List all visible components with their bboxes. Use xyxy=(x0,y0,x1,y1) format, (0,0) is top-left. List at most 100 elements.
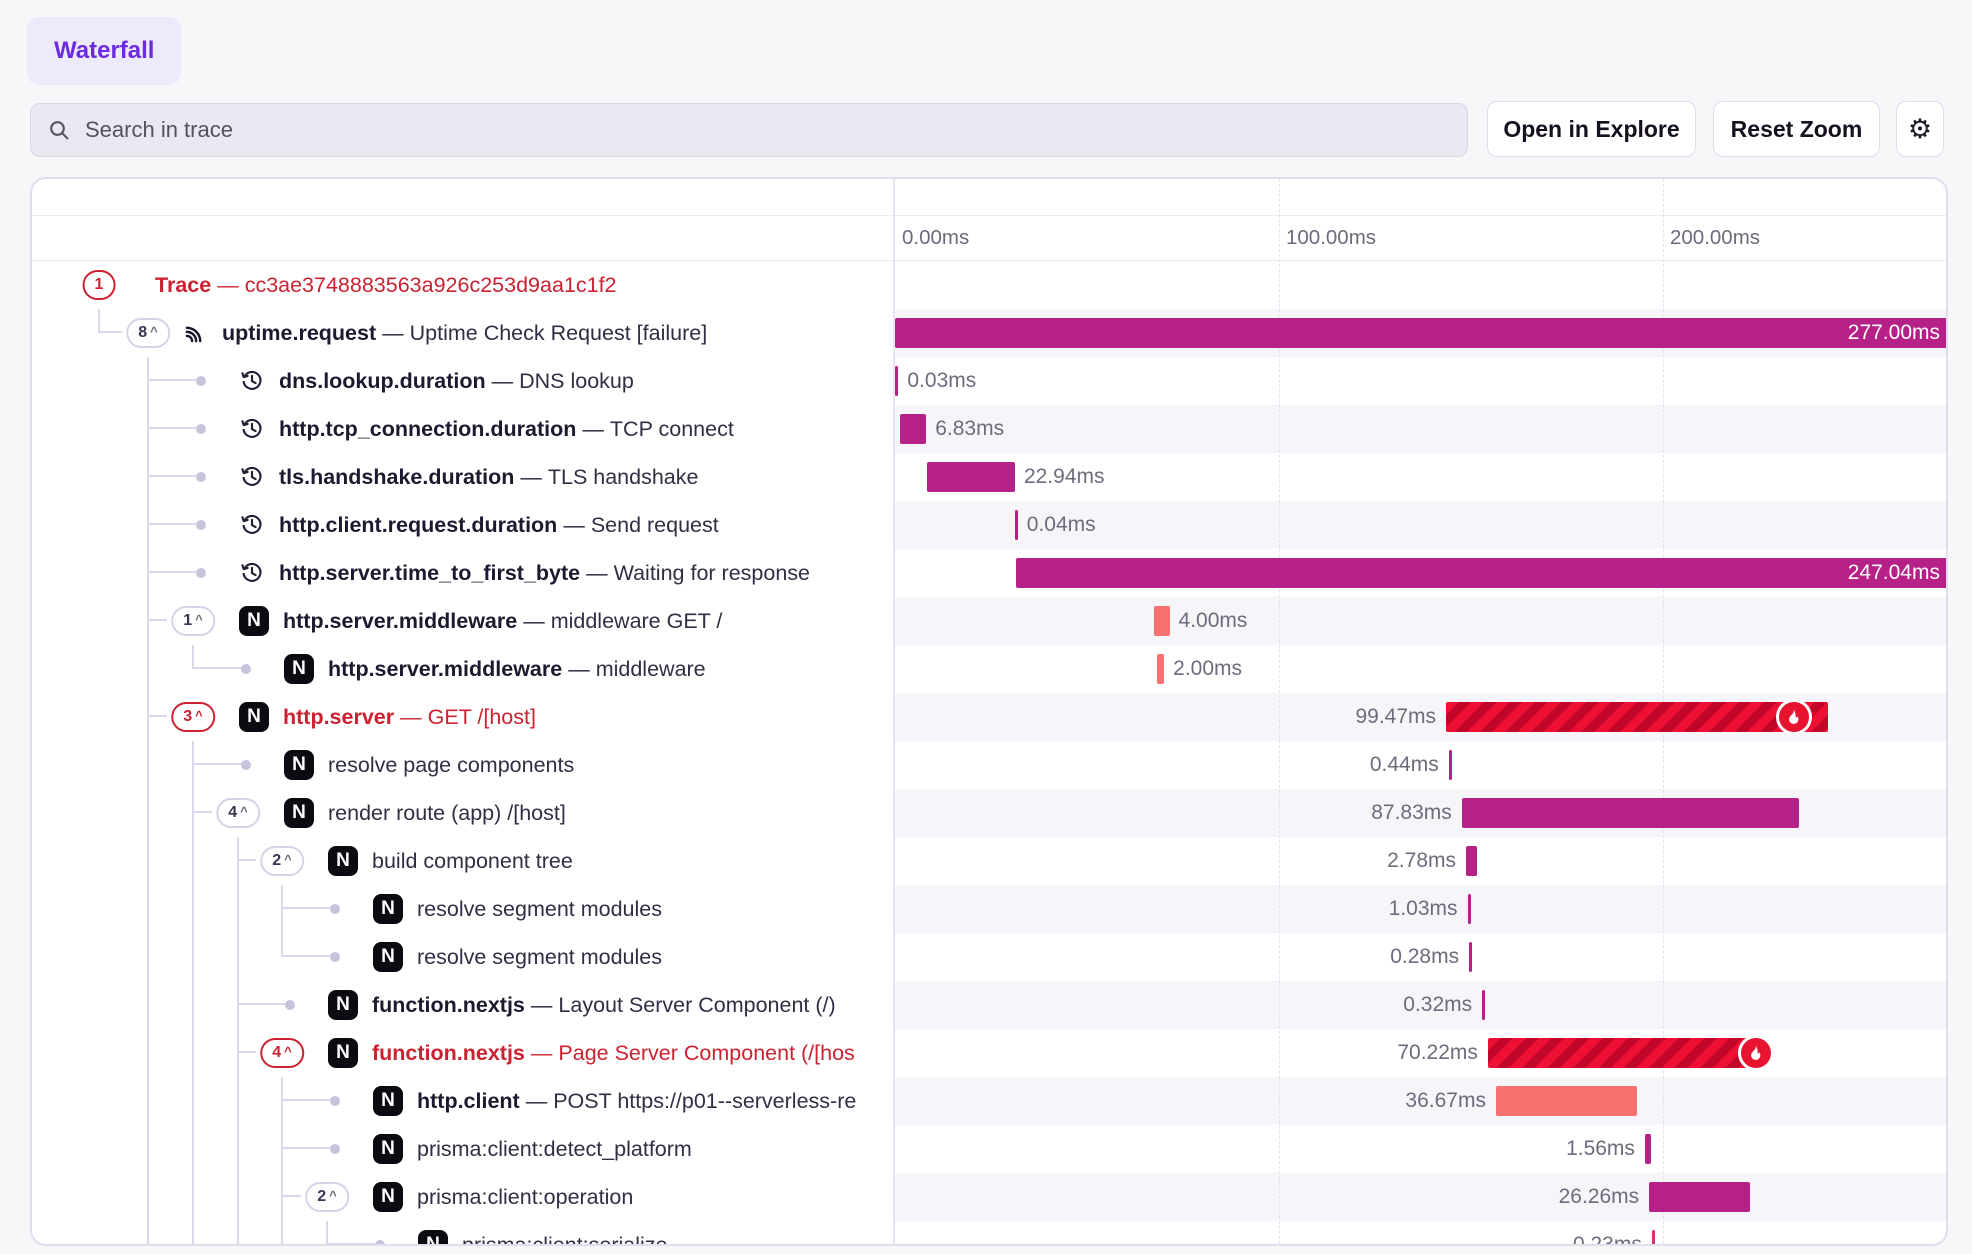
trace-row[interactable]: 4^Nfunction.nextjs—Page Server Component… xyxy=(32,1029,1946,1077)
trace-row[interactable]: Nfunction.nextjs—Layout Server Component… xyxy=(32,981,1946,1029)
span-description: cc3ae3748883563a926c253d9aa1c1f2 xyxy=(245,273,617,297)
tree-elbow-connector xyxy=(282,1195,301,1197)
trace-row[interactable]: 2^Nprisma:client:operation26.26ms xyxy=(32,1173,1946,1221)
span-description: Send request xyxy=(591,513,719,537)
trace-row[interactable]: Nprisma:client:serialize0.23ms xyxy=(32,1221,1946,1246)
trace-row[interactable]: 4^Nrender route (app) /[host]87.83ms xyxy=(32,789,1946,837)
tree-guide-line xyxy=(237,981,239,1029)
trace-row[interactable]: tls.handshake.duration—TLS handshake22.9… xyxy=(32,453,1946,501)
trace-row[interactable]: 3^Nhttp.server—GET /[host]99.47ms xyxy=(32,693,1946,741)
open-in-explore-button[interactable]: Open in Explore xyxy=(1487,101,1696,157)
row-tree-cell: 4^Nfunction.nextjs—Page Server Component… xyxy=(32,1029,895,1077)
span-duration-bar[interactable]: 277.00ms xyxy=(895,318,1948,348)
chevron-up-icon: ^ xyxy=(329,1188,337,1203)
span-duration-bar[interactable] xyxy=(1449,750,1452,780)
expand-collapse-pill[interactable]: 8^ xyxy=(126,318,170,348)
span-duration-bar[interactable] xyxy=(900,414,926,444)
trace-row[interactable]: Nresolve segment modules0.28ms xyxy=(32,933,1946,981)
nextjs-icon: N xyxy=(373,894,403,924)
search-icon xyxy=(47,118,71,142)
span-label: http.client.request.duration—Send reques… xyxy=(279,501,719,549)
span-duration-bar[interactable] xyxy=(1015,510,1018,540)
span-duration-bar[interactable] xyxy=(1466,846,1477,876)
clock-icon xyxy=(239,416,265,447)
span-duration-bar[interactable] xyxy=(1446,702,1828,732)
span-duration-label: 277.00ms xyxy=(1848,318,1940,348)
span-duration-bar[interactable] xyxy=(1649,1182,1750,1212)
tab-waterfall[interactable]: Waterfall xyxy=(27,17,181,85)
span-label: resolve page components xyxy=(328,741,574,789)
axis-tick: 100.00ms xyxy=(1286,216,1376,260)
trace-row[interactable]: 2^Nbuild component tree2.78ms xyxy=(32,837,1946,885)
expand-collapse-pill[interactable]: 1^ xyxy=(171,606,215,636)
span-duration-label: 2.78ms xyxy=(1387,837,1456,885)
separator-dash: — xyxy=(517,609,551,633)
slow-span-fire-icon xyxy=(1738,1035,1774,1071)
tree-connector-dot xyxy=(330,1096,340,1106)
span-duration-bar[interactable] xyxy=(1652,1230,1655,1246)
span-duration-label: 36.67ms xyxy=(1405,1077,1486,1125)
trace-row[interactable]: http.server.time_to_first_byte—Waiting f… xyxy=(32,549,1946,597)
tree-elbow-connector xyxy=(282,955,335,957)
row-tree-cell: Nhttp.server.middleware—middleware xyxy=(32,645,895,693)
span-op: http.tcp_connection.duration xyxy=(279,417,576,441)
separator-dash: — xyxy=(514,465,548,489)
span-duration-bar[interactable] xyxy=(1154,606,1169,636)
span-duration-bar[interactable] xyxy=(895,366,898,396)
row-tree-cell: Nresolve segment modules xyxy=(32,933,895,981)
tree-connector-dot xyxy=(285,1000,295,1010)
clock-icon xyxy=(239,560,265,591)
span-duration-bar[interactable] xyxy=(1469,942,1472,972)
row-waterfall-cell: 0.04ms xyxy=(895,501,1946,549)
span-duration-bar[interactable] xyxy=(927,462,1015,492)
expand-collapse-pill[interactable]: 1 xyxy=(83,270,116,300)
span-label: http.client—POST https://p01--serverless… xyxy=(417,1077,856,1125)
row-tree-cell: Nresolve segment modules xyxy=(32,885,895,933)
row-tree-cell: Nprisma:client:serialize xyxy=(32,1221,895,1246)
expand-collapse-pill[interactable]: 2^ xyxy=(260,846,304,876)
span-duration-bar[interactable]: 247.04ms xyxy=(1016,558,1948,588)
trace-row[interactable]: 8^uptime.request—Uptime Check Request [f… xyxy=(32,309,1946,357)
trace-row[interactable]: http.tcp_connection.duration—TCP connect… xyxy=(32,405,1946,453)
span-duration-label: 1.56ms xyxy=(1566,1125,1635,1173)
trace-row[interactable]: dns.lookup.duration—DNS lookup0.03ms xyxy=(32,357,1946,405)
trace-row[interactable]: Nprisma:client:detect_platform1.56ms xyxy=(32,1125,1946,1173)
tree-connector-dot xyxy=(330,904,340,914)
span-duration-bar[interactable] xyxy=(1468,894,1472,924)
trace-row[interactable]: Nresolve segment modules1.03ms xyxy=(32,885,1946,933)
span-duration-bar[interactable] xyxy=(1462,798,1799,828)
trace-row[interactable]: Nhttp.server.middleware—middleware2.00ms xyxy=(32,645,1946,693)
tree-connector-dot xyxy=(375,1240,385,1246)
span-description: resolve page components xyxy=(328,753,574,777)
tree-elbow-connector xyxy=(148,571,201,573)
tree-guide-line xyxy=(147,549,149,597)
tree-guide-line xyxy=(192,1125,194,1173)
reset-zoom-button[interactable]: Reset Zoom xyxy=(1713,101,1880,157)
trace-row[interactable]: 1^Nhttp.server.middleware—middleware GET… xyxy=(32,597,1946,645)
tree-guide-line xyxy=(147,1029,149,1077)
span-duration-bar[interactable] xyxy=(1645,1134,1651,1164)
span-duration-bar[interactable] xyxy=(1496,1086,1637,1116)
span-duration-label: 0.44ms xyxy=(1370,741,1439,789)
settings-button[interactable]: ⚙ xyxy=(1896,101,1944,157)
trace-row[interactable]: 1Trace—cc3ae3748883563a926c253d9aa1c1f2 xyxy=(32,261,1946,309)
expand-collapse-pill[interactable]: 4^ xyxy=(216,798,260,828)
trace-row[interactable]: Nresolve page components0.44ms xyxy=(32,741,1946,789)
expand-collapse-pill[interactable]: 3^ xyxy=(171,702,215,732)
tree-guide-line xyxy=(147,405,149,453)
trace-row[interactable]: Nhttp.client—POST https://p01--serverles… xyxy=(32,1077,1946,1125)
trace-row[interactable]: http.client.request.duration—Send reques… xyxy=(32,501,1946,549)
timeline-minimap[interactable] xyxy=(32,179,1946,216)
time-axis: 0.00ms100.00ms200.00ms xyxy=(32,216,1946,261)
span-duration-bar[interactable] xyxy=(1488,1038,1758,1068)
span-duration-bar[interactable] xyxy=(1482,990,1485,1020)
span-duration-bar[interactable] xyxy=(1157,654,1165,684)
expand-collapse-pill[interactable]: 2^ xyxy=(305,1182,349,1212)
tree-guide-line xyxy=(237,837,239,885)
tree-guide-line xyxy=(147,1077,149,1125)
search-input[interactable] xyxy=(83,116,1451,144)
expand-collapse-pill[interactable]: 4^ xyxy=(260,1038,304,1068)
separator-dash: — xyxy=(525,993,559,1017)
row-waterfall-cell: 22.94ms xyxy=(895,453,1946,501)
search-bar[interactable] xyxy=(30,103,1468,157)
